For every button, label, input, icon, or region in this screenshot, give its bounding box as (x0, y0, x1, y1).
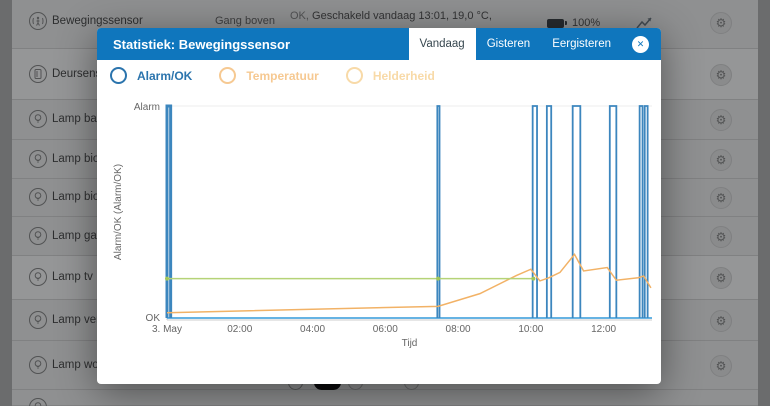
svg-text:08:00: 08:00 (446, 324, 471, 335)
svg-text:10:00: 10:00 (518, 324, 543, 335)
svg-text:3. May: 3. May (152, 324, 182, 335)
svg-text:04:00: 04:00 (300, 324, 325, 335)
statistics-chart: 3. May 02:00 04:00 06:00 08:00 10:00 12:00 Tijd… (97, 88, 661, 380)
tab-eergisteren[interactable]: Eergisteren (541, 28, 622, 60)
legend-item-helderheid[interactable]: Helderheid (345, 67, 435, 84)
statistics-modal: Statistiek: Bewegingssensor Vandaag Gist… (97, 28, 661, 384)
radio-ring-icon (219, 67, 237, 84)
radio-ring-icon (110, 67, 127, 84)
radio-ring-icon (345, 67, 363, 84)
chart-legend: Alarm/OK Temperatuur Helderheid (110, 67, 462, 84)
legend-label: Temperatuur (246, 68, 319, 83)
legend-label: Helderheid (372, 68, 435, 83)
tab-vandaag[interactable]: Vandaag (408, 28, 476, 60)
svg-text:Alarm: Alarm (134, 102, 160, 113)
svg-text:OK: OK (146, 313, 161, 324)
legend-label: Alarm/OK (137, 68, 193, 83)
modal-title: Statistiek: Bewegingssensor (113, 36, 290, 52)
tab-gisteren[interactable]: Gisteren (476, 28, 541, 60)
legend-item-alarm-ok[interactable]: Alarm/OK (110, 67, 192, 84)
modal-header: Statistiek: Bewegingssensor Vandaag Gist… (97, 28, 661, 60)
legend-item-temperatuur[interactable]: Temperatuur (219, 67, 319, 84)
close-icon[interactable]: ✕ (632, 35, 649, 53)
svg-text:06:00: 06:00 (373, 324, 398, 335)
svg-text:02:00: 02:00 (227, 324, 252, 335)
svg-text:Tijd: Tijd (402, 338, 418, 349)
svg-text:12:00: 12:00 (591, 324, 616, 335)
svg-text:Alarm/OK (Alarm/OK): Alarm/OK (Alarm/OK) (113, 164, 124, 260)
